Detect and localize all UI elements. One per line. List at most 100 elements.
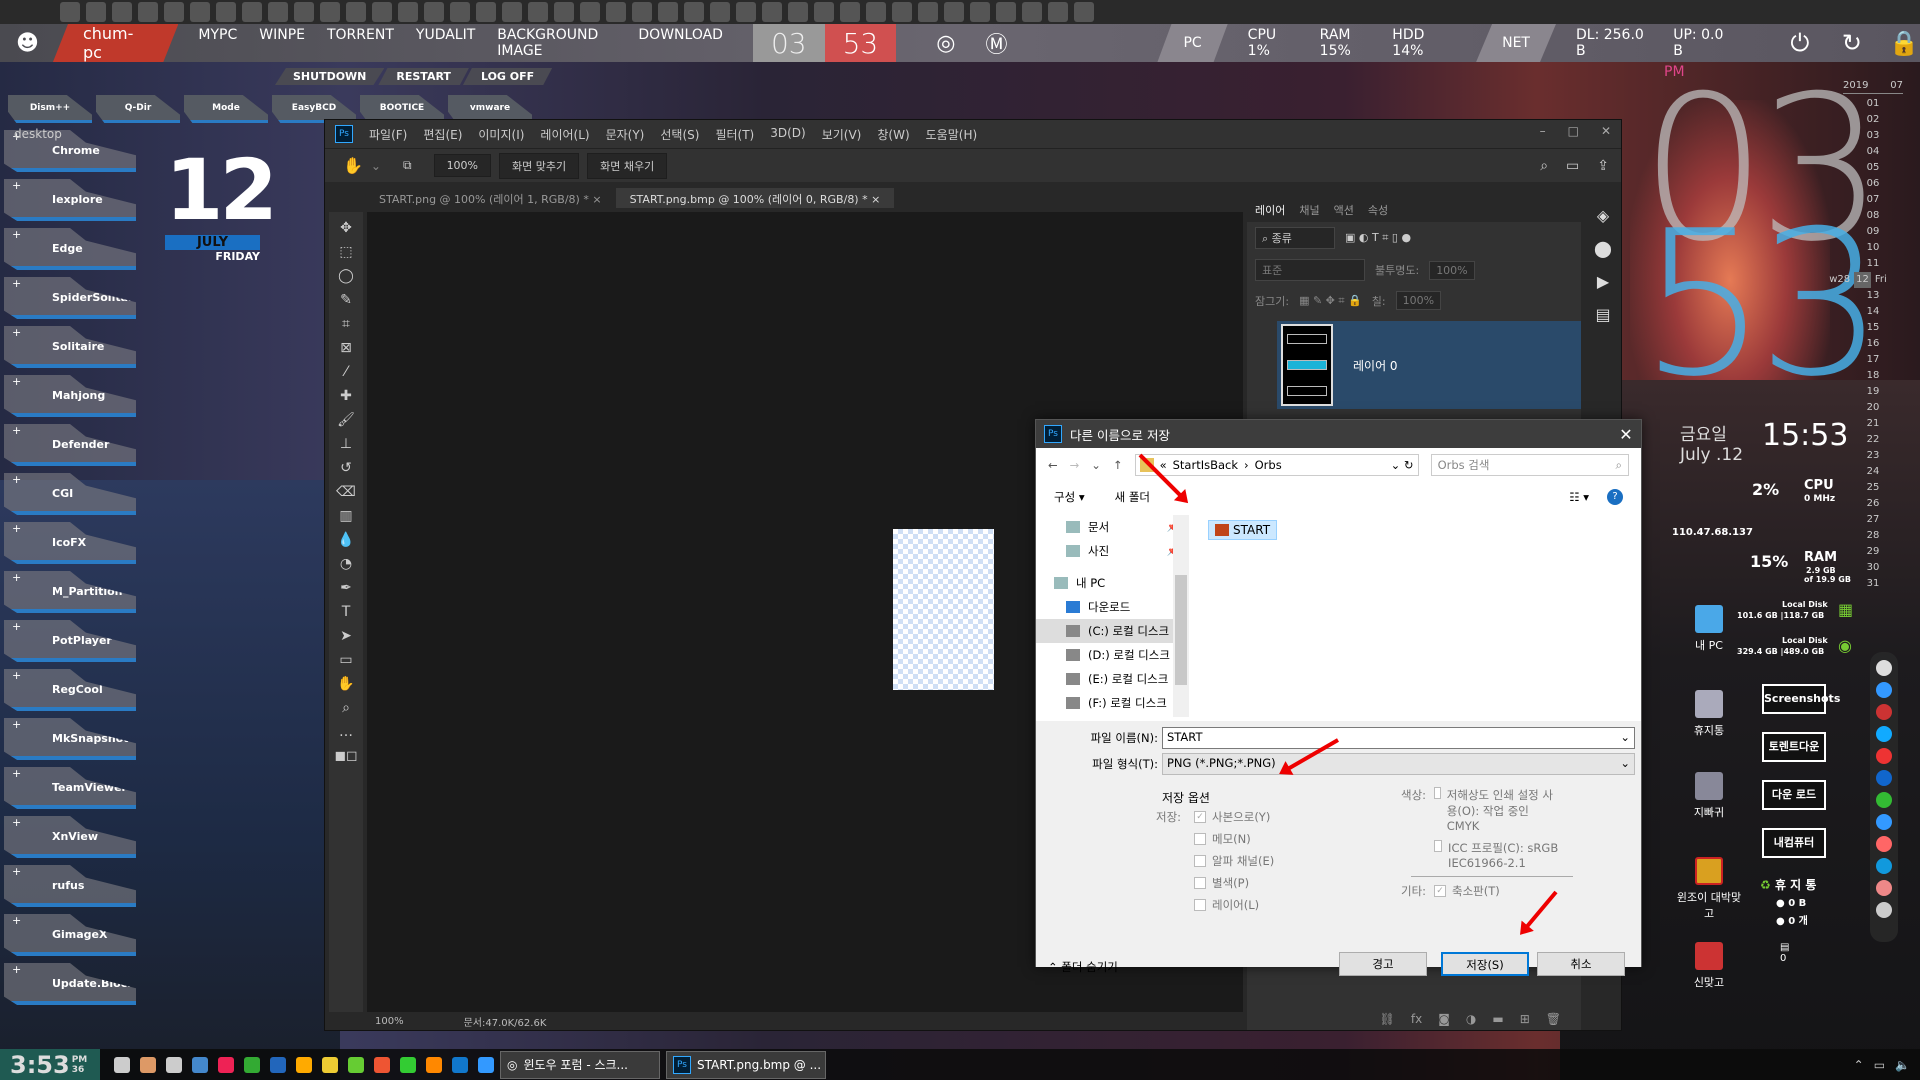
hand-tool-icon[interactable]: ✋ [343, 156, 363, 175]
sidebar-tile-mahjong[interactable]: + Mahjong [4, 375, 136, 417]
calendar-day[interactable]: 18 [1843, 368, 1903, 384]
back-icon[interactable]: ← [1048, 458, 1058, 472]
recycle-widget[interactable]: ♻ 휴 지 통 [1760, 876, 1816, 893]
transparent-canvas[interactable] [893, 529, 994, 690]
hide-folders-button[interactable]: ⌃ 폴더 숨기기 [1048, 959, 1118, 975]
fit-screen-button[interactable]: 화면 맞추기 [499, 152, 580, 179]
taskbar-app-icon[interactable] [192, 1056, 208, 1073]
sidebar-tile-regcool[interactable]: + RegCool [4, 669, 136, 711]
tab-layers[interactable]: 레이어 [1255, 202, 1285, 218]
sidebar-tile-defender[interactable]: + Defender [4, 424, 136, 466]
calendar-day[interactable]: 03 [1843, 128, 1903, 144]
sidebar-tile-updateblocker[interactable]: + Update.Blocker [4, 963, 136, 1005]
tab-channels[interactable]: 채널 [1299, 202, 1319, 218]
quick-launch-icon[interactable] [814, 2, 834, 22]
app-button-dism[interactable]: Dism++ [8, 95, 92, 123]
quick-select-tool-icon[interactable]: ✎ [340, 292, 352, 308]
dialog-title-bar[interactable]: Ps 다른 이름으로 저장 ✕ [1036, 420, 1641, 448]
logoff-button[interactable]: LOG OFF [462, 68, 553, 85]
close-tab-icon[interactable]: × [871, 193, 880, 206]
close-icon[interactable]: ✕ [1601, 124, 1611, 138]
marquee-tool-icon[interactable]: ⬚ [339, 244, 352, 260]
calendar-today[interactable]: w28 12 Fri [1813, 272, 1903, 288]
menu-item[interactable]: 도움말(H) [926, 126, 978, 143]
task-chrome-forum[interactable]: ◎ 윈도우 포럼 - 스크... [500, 1050, 660, 1079]
calendar-day[interactable]: 05 [1843, 160, 1903, 176]
quick-launch-icon[interactable] [658, 2, 678, 22]
channels-icon[interactable]: ⬤ [1594, 239, 1612, 258]
chevron-down-icon[interactable]: ⌄ [371, 159, 381, 173]
quick-launch-icon[interactable] [1074, 2, 1094, 22]
folder-screenshots[interactable]: Screenshots [1762, 684, 1840, 714]
fill-screen-button[interactable]: 화면 채우기 [587, 152, 668, 179]
crop-tool-icon[interactable]: ⌗ [342, 316, 350, 332]
opacity-input[interactable]: 100% [1429, 260, 1475, 280]
address-bar[interactable]: « StartIsBack › Orbs ⌄ ↻ [1134, 454, 1419, 476]
actions-play-icon[interactable]: ▶ [1597, 272, 1609, 291]
taskbar-app-icon[interactable] [140, 1056, 156, 1073]
tree-item[interactable]: (F:) 로컬 디스크 [1036, 691, 1189, 715]
quick-launch-icon[interactable] [710, 2, 730, 22]
menu-item[interactable]: 필터(T) [715, 126, 754, 143]
save-option[interactable]: 별색(P) [1194, 875, 1249, 891]
folder-my-computer[interactable]: 내컴퓨터 [1762, 828, 1826, 858]
quick-launch-icon[interactable] [736, 2, 756, 22]
new-layer-icon[interactable]: ⊞ [1520, 1012, 1530, 1026]
network-icon[interactable]: ▭ [1874, 1058, 1885, 1072]
quick-launch-icon[interactable] [372, 2, 392, 22]
properties-icon[interactable]: ▤ [1595, 305, 1610, 324]
calendar-day[interactable]: 21 [1843, 416, 1903, 432]
calendar-day[interactable]: 11 [1843, 256, 1903, 272]
menu-item[interactable]: 레이어(L) [540, 126, 589, 143]
sidebar-tile-xnview[interactable]: + XnView [4, 816, 136, 858]
quick-launch-icon[interactable] [1022, 2, 1042, 22]
group-icon[interactable]: ▬ [1492, 1012, 1503, 1026]
eyedropper-tool-icon[interactable]: ⁄ [345, 364, 347, 380]
minimize-icon[interactable]: – [1540, 124, 1546, 138]
taskbar-app-icon[interactable] [452, 1056, 468, 1073]
tab-start-png-bmp[interactable]: START.png.bmp @ 100% (레이어 0, RGB/8) * × [615, 188, 895, 208]
nav-torrent[interactable]: TORRENT [327, 27, 394, 59]
checkbox[interactable] [1194, 833, 1206, 845]
tree-item[interactable]: (E:) 로컬 디스크 [1036, 667, 1189, 691]
save-option[interactable]: ✓ 사본으로(Y) [1194, 809, 1270, 825]
calendar-day[interactable]: 27 [1843, 512, 1903, 528]
gmail-icon[interactable]: Ⓜ [985, 27, 1007, 59]
calendar-day[interactable]: 10 [1843, 240, 1903, 256]
fx-icon[interactable]: fx [1411, 1012, 1422, 1026]
lasso-tool-icon[interactable]: ◯ [338, 268, 354, 284]
quick-launch-icon[interactable] [112, 2, 132, 22]
path-select-tool-icon[interactable]: ➤ [340, 628, 352, 644]
menu-item[interactable]: 창(W) [877, 126, 909, 143]
quick-launch-icon[interactable] [840, 2, 860, 22]
quick-launch-icon[interactable] [138, 2, 158, 22]
quick-launch-icon[interactable] [294, 2, 314, 22]
taskbar-app-icon[interactable] [400, 1056, 416, 1073]
checkbox[interactable] [1194, 877, 1206, 889]
taskbar-app-icon[interactable] [478, 1056, 494, 1073]
menu-item[interactable]: 문자(Y) [606, 126, 645, 143]
checkbox[interactable]: ✓ [1434, 885, 1446, 897]
frame-tool-icon[interactable]: ⊠ [340, 340, 352, 356]
quick-launch-icon[interactable] [528, 2, 548, 22]
eraser-tool-icon[interactable]: ⌫ [336, 484, 356, 500]
calendar-day[interactable]: 31 [1843, 576, 1903, 592]
forward-icon[interactable]: → [1070, 458, 1080, 472]
file-item-start[interactable]: START [1208, 520, 1278, 540]
search-input[interactable]: Orbs 검색 ⌕ [1430, 454, 1629, 476]
checkbox[interactable] [1194, 899, 1206, 911]
tree-item[interactable]: 다운로드 [1036, 595, 1189, 619]
fill-input[interactable]: 100% [1395, 291, 1442, 310]
checkbox[interactable] [1194, 855, 1206, 867]
sidebar-tile-iexplore[interactable]: + Iexplore [4, 179, 136, 221]
calendar-day[interactable]: 28 [1843, 528, 1903, 544]
quick-launch-icon[interactable] [970, 2, 990, 22]
menu-item[interactable]: 이미지(I) [478, 126, 524, 143]
dock-app-icon[interactable] [1876, 836, 1892, 852]
calendar-day[interactable]: 14 [1843, 304, 1903, 320]
filetype-select[interactable]: PNG (*.PNG;*.PNG) ⌄ [1162, 753, 1635, 775]
sidebar-tile-icofx[interactable]: + IcoFX [4, 522, 136, 564]
tray-chevron-icon[interactable]: ⌃ [1854, 1058, 1864, 1072]
menu-item[interactable]: 3D(D) [770, 126, 805, 143]
sidebar-tile-gimagex[interactable]: + GimageX [4, 914, 136, 956]
